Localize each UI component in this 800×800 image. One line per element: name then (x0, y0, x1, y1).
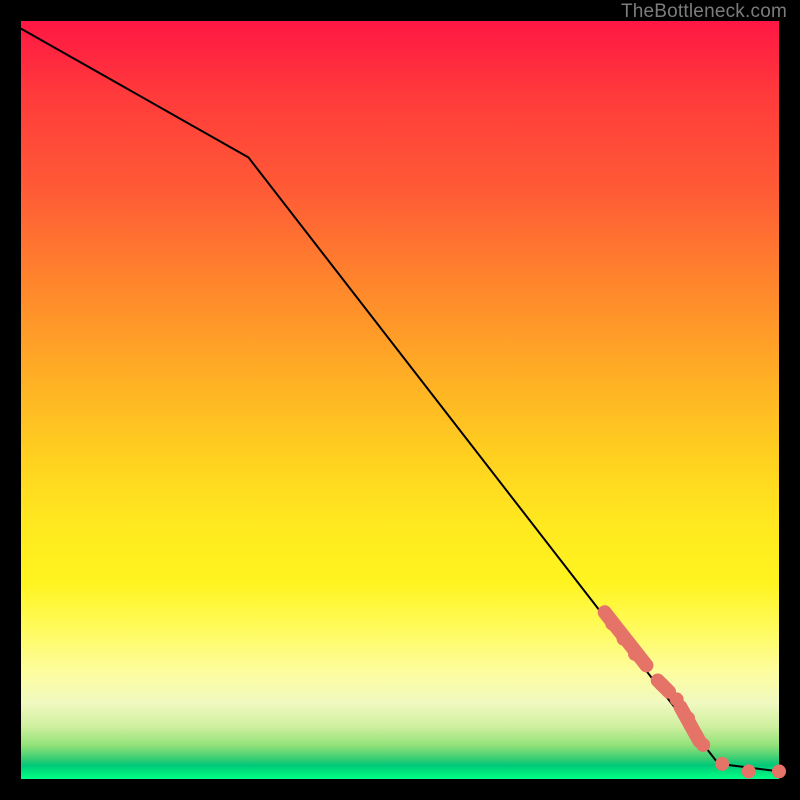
data-marker (628, 647, 642, 661)
data-marker (742, 764, 756, 778)
chart-stage: TheBottleneck.com (0, 0, 800, 800)
data-marker (639, 658, 653, 672)
data-marker (696, 738, 710, 752)
chart-overlay (21, 21, 779, 779)
series-line (21, 29, 779, 772)
data-marker (772, 764, 786, 778)
credit-label: TheBottleneck.com (621, 1, 787, 23)
data-marker (617, 632, 631, 646)
data-marker (715, 757, 729, 771)
data-marker (655, 677, 669, 691)
data-marker (670, 692, 684, 706)
data-marker (681, 711, 695, 725)
data-marker (605, 617, 619, 631)
